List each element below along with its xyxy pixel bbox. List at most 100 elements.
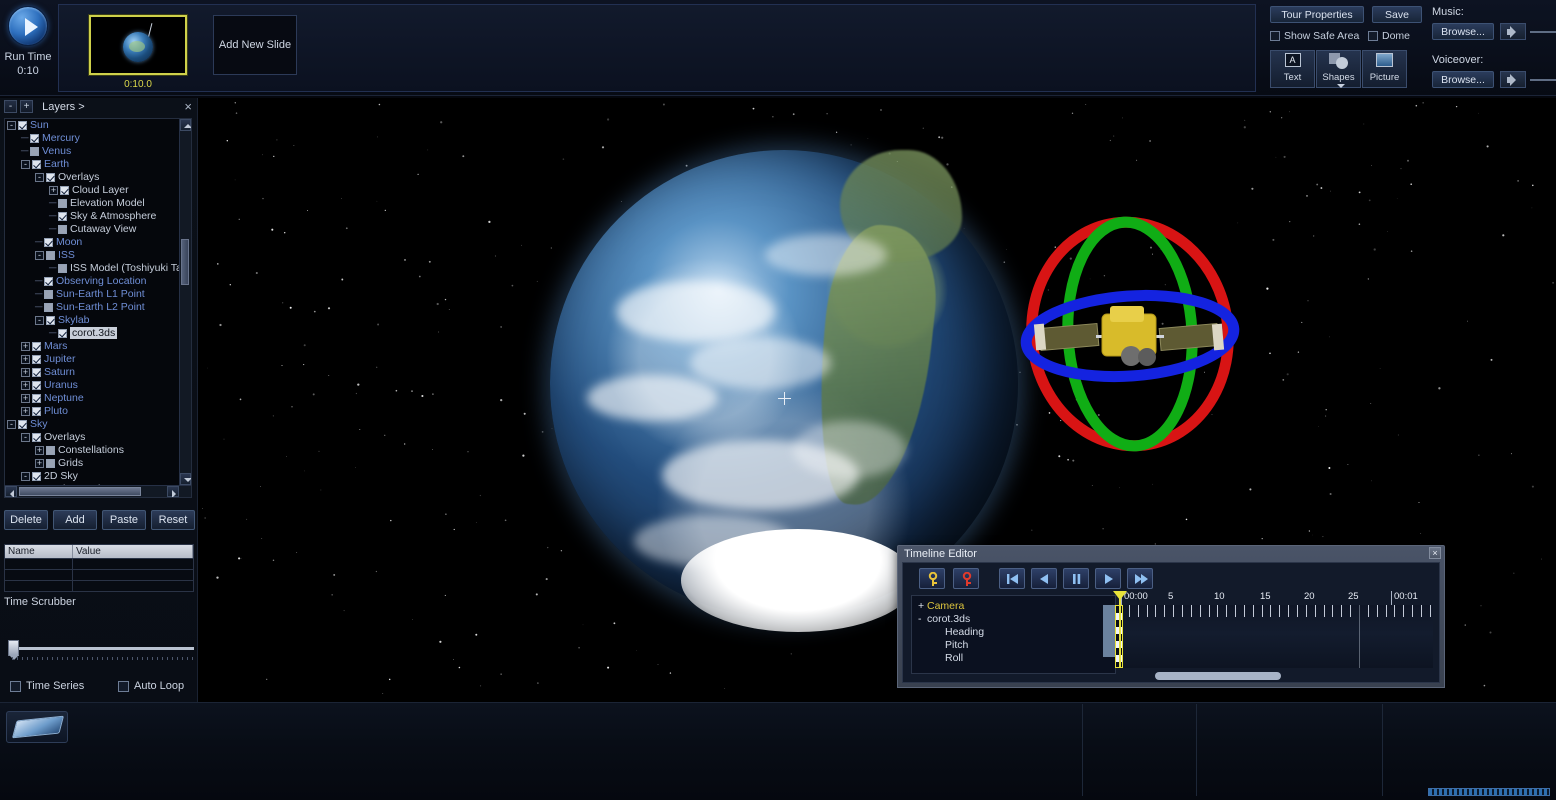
layer-visibility-checkbox[interactable] [32, 394, 41, 403]
layer-node-sky[interactable]: - Sky [7, 418, 179, 431]
music-volume-slider[interactable] [1530, 23, 1556, 40]
close-icon[interactable]: × [1429, 547, 1441, 559]
voiceover-browse-button[interactable]: Browse... [1432, 71, 1494, 88]
layer-visibility-checkbox[interactable] [60, 186, 69, 195]
close-icon[interactable]: × [184, 99, 192, 114]
layer-node-earth[interactable]: - Earth [7, 158, 179, 171]
layer-node-uranus[interactable]: + Uranus [7, 379, 179, 392]
voiceover-speaker-icon[interactable] [1500, 71, 1526, 88]
layer-visibility-checkbox[interactable] [58, 264, 67, 273]
layer-node-sun[interactable]: - Sun [7, 119, 179, 132]
expand-icon[interactable]: + [35, 459, 44, 468]
last-frame-button[interactable] [1127, 568, 1153, 589]
layer-node-moon[interactable]: ─ Moon [7, 236, 179, 249]
layer-node-grids[interactable]: + Grids [7, 457, 179, 470]
add-button[interactable]: Add [53, 510, 97, 530]
layer-node-2d-sky[interactable]: - 2D Sky [7, 470, 179, 483]
layer-visibility-checkbox[interactable] [32, 342, 41, 351]
play-button[interactable] [1095, 568, 1121, 589]
add-new-slide-button[interactable]: Add New Slide [213, 15, 297, 75]
pause-button[interactable] [1063, 568, 1089, 589]
expand-icon[interactable]: + [21, 355, 30, 364]
layer-visibility-checkbox[interactable] [58, 212, 67, 221]
layer-visibility-checkbox[interactable] [58, 199, 67, 208]
music-speaker-icon[interactable] [1500, 23, 1526, 40]
layer-visibility-checkbox[interactable] [32, 407, 41, 416]
layer-node-sun-earth-l1-point[interactable]: ─ Sun-Earth L1 Point [7, 288, 179, 301]
table-row[interactable] [5, 580, 193, 591]
insert-shapes-button[interactable]: Shapes [1316, 50, 1361, 88]
music-browse-button[interactable]: Browse... [1432, 23, 1494, 40]
layer-visibility-checkbox[interactable] [46, 316, 55, 325]
timeline-track-corot-3ds[interactable]: - corot.3ds [912, 613, 1115, 626]
timeline-horizontal-scrollbar[interactable] [1119, 671, 1433, 681]
layer-node-mars[interactable]: + Mars [7, 340, 179, 353]
time-series-checkbox[interactable]: Time Series [10, 680, 84, 692]
expand-icon[interactable]: + [21, 342, 30, 351]
layer-node-corot-3ds[interactable]: ─ corot.3ds [7, 327, 179, 340]
collapse-icon[interactable]: - [7, 121, 16, 130]
expand-icon[interactable]: + [21, 381, 30, 390]
layer-visibility-checkbox[interactable] [32, 355, 41, 364]
layer-visibility-checkbox[interactable] [32, 381, 41, 390]
layer-visibility-checkbox[interactable] [30, 147, 39, 156]
layer-node-saturn[interactable]: + Saturn [7, 366, 179, 379]
layer-node-overlays[interactable]: - Overlays [7, 171, 179, 184]
layer-node-neptune[interactable]: + Neptune [7, 392, 179, 405]
layer-node-cutaway-view[interactable]: ─ Cutaway View [7, 223, 179, 236]
table-row[interactable] [5, 558, 193, 569]
layer-node-overlays[interactable]: - Overlays [7, 431, 179, 444]
play-icon[interactable] [8, 6, 48, 46]
layer-visibility-checkbox[interactable] [44, 277, 53, 286]
layer-node-sky-atmosphere[interactable]: ─ Sky & Atmosphere [7, 210, 179, 223]
layer-visibility-checkbox[interactable] [58, 225, 67, 234]
collapse-all-button[interactable]: - [4, 100, 17, 113]
layer-node-sun-earth-l2-point[interactable]: ─ Sun-Earth L2 Point [7, 301, 179, 314]
show-safe-area-checkbox[interactable]: Show Safe Area [1270, 30, 1359, 42]
layer-node-venus[interactable]: ─ Venus [7, 145, 179, 158]
collapse-icon[interactable]: - [7, 420, 16, 429]
time-scrubber-slider[interactable] [6, 640, 194, 660]
expand-icon[interactable]: + [35, 446, 44, 455]
collapse-icon[interactable]: - [21, 472, 30, 481]
scrollbar-thumb[interactable] [1155, 672, 1281, 680]
timeline-grid[interactable] [1119, 605, 1433, 668]
collapse-icon[interactable]: - [21, 160, 30, 169]
layer-node-iss-model-toshiyuki-tak[interactable]: ─ ISS Model (Toshiyuki Tak [7, 262, 179, 275]
first-frame-button[interactable] [999, 568, 1025, 589]
layer-visibility-checkbox[interactable] [46, 446, 55, 455]
collapse-icon[interactable]: - [35, 316, 44, 325]
scrollbar-thumb[interactable] [181, 239, 189, 285]
expand-icon[interactable]: + [21, 407, 30, 416]
delete-button[interactable]: Delete [4, 510, 48, 530]
collapse-icon[interactable]: - [21, 433, 30, 442]
scroll-right-icon[interactable] [167, 486, 179, 497]
rotation-gizmo[interactable] [1010, 210, 1250, 460]
timeline-playhead[interactable] [1113, 591, 1127, 668]
view-mode-icon[interactable] [6, 711, 68, 743]
layer-visibility-checkbox[interactable] [44, 238, 53, 247]
timeline-track-heading[interactable]: Heading [912, 626, 1115, 639]
layer-node-pluto[interactable]: + Pluto [7, 405, 179, 418]
timeline-track-camera[interactable]: + Camera [912, 600, 1115, 613]
expand-icon[interactable]: + [21, 368, 30, 377]
scrubber-handle[interactable] [8, 640, 19, 660]
timeline-track-pitch[interactable]: Pitch [912, 639, 1115, 652]
delete-keyframe-button[interactable] [953, 568, 979, 589]
layer-visibility-checkbox[interactable] [46, 251, 55, 260]
tour-slide[interactable] [89, 15, 187, 75]
layer-node-mercury[interactable]: ─ Mercury [7, 132, 179, 145]
layer-visibility-checkbox[interactable] [32, 472, 41, 481]
timeline-track-roll[interactable]: Roll [912, 652, 1115, 665]
track-expander[interactable]: - [918, 613, 927, 626]
layer-visibility-checkbox[interactable] [32, 368, 41, 377]
layer-visibility-checkbox[interactable] [58, 329, 67, 338]
layer-visibility-checkbox[interactable] [44, 303, 53, 312]
collapse-icon[interactable]: - [35, 173, 44, 182]
layer-node-elevation-model[interactable]: ─ Elevation Model [7, 197, 179, 210]
scroll-up-icon[interactable] [180, 119, 191, 131]
layer-visibility-checkbox[interactable] [32, 160, 41, 169]
layer-node-constellations[interactable]: + Constellations [7, 444, 179, 457]
scrollbar-thumb[interactable] [19, 487, 141, 496]
layer-visibility-checkbox[interactable] [44, 290, 53, 299]
